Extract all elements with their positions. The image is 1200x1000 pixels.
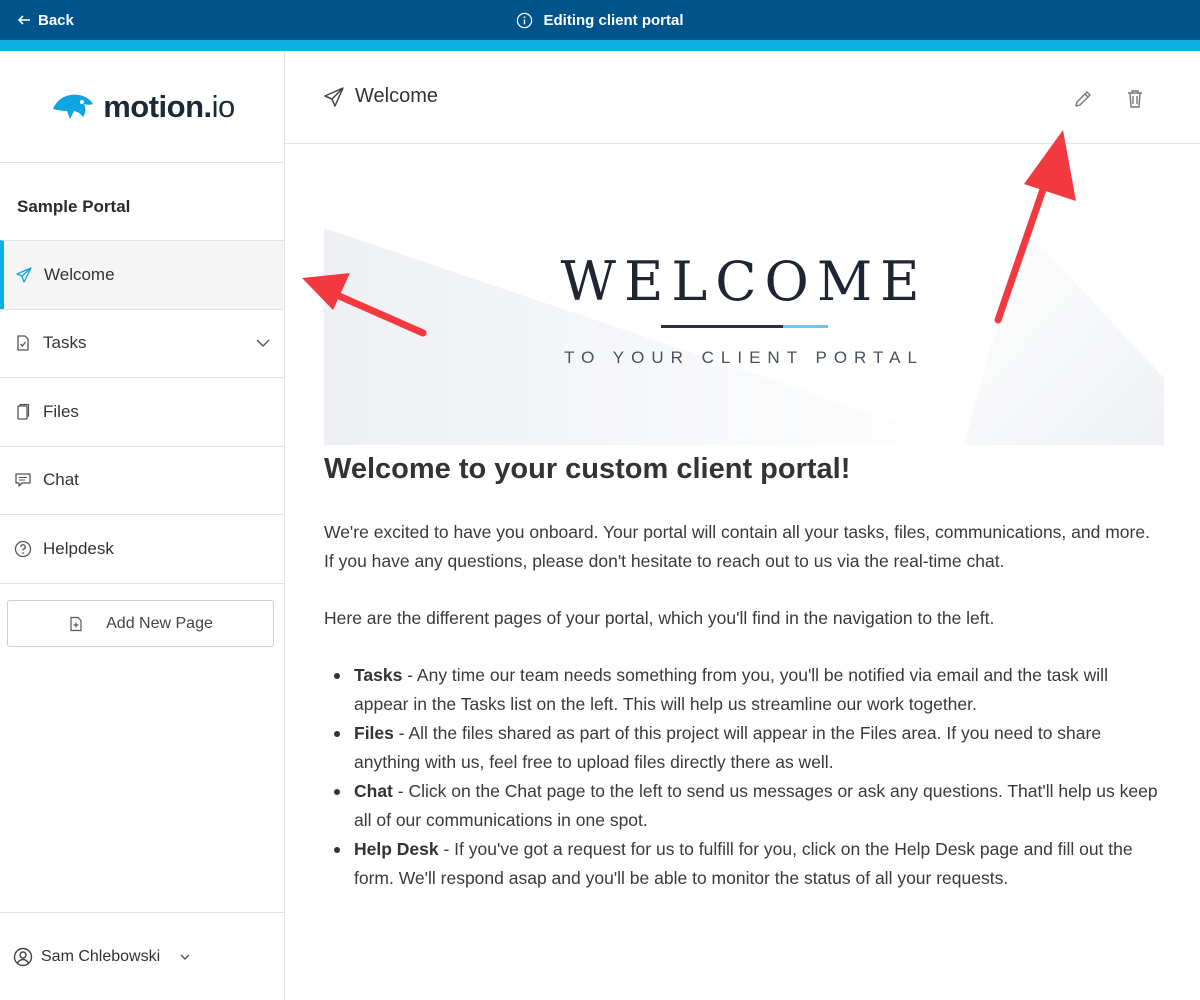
info-icon (517, 12, 533, 28)
sidebar-item-label: Tasks (43, 333, 87, 353)
logo[interactable]: motion.io (0, 51, 284, 163)
add-new-page-label: Add New Page (106, 614, 213, 632)
banner-subtitle: TO YOUR CLIENT PORTAL (564, 348, 924, 367)
list-item: Tasks - Any time our team needs somethin… (324, 661, 1164, 719)
logo-text-main: motion (103, 88, 204, 124)
list-item: Files - All the files shared as part of … (324, 719, 1164, 777)
paper-plane-icon (324, 86, 344, 107)
sidebar-nav: Welcome Tasks Files Chat Helpdesk (0, 240, 284, 584)
list-item-term: Tasks (354, 665, 403, 685)
sidebar-item-label: Welcome (44, 264, 115, 284)
page-title: Welcome (323, 85, 438, 108)
chevron-down-icon[interactable] (254, 334, 272, 352)
banner-title: WELCOME (560, 250, 928, 313)
editing-title: Editing client portal (543, 11, 684, 29)
logo-text-io: io (211, 88, 236, 124)
help-circle-icon (13, 539, 33, 559)
list-item: Help Desk - If you've got a request for … (324, 835, 1164, 893)
list-item-term: Help Desk (354, 839, 439, 859)
banner-divider-accent (783, 325, 828, 328)
pages-intro-paragraph: Here are the different pages of your por… (324, 608, 995, 628)
chevron-down-icon (180, 954, 190, 960)
banner-divider (661, 325, 783, 328)
add-new-page-button[interactable]: Add New Page (7, 600, 274, 647)
sidebar-item-label: Chat (43, 470, 79, 490)
portal-name: Sample Portal (17, 197, 131, 216)
editing-banner: Editing client portal (0, 0, 1200, 40)
pages-list: Tasks - Any time our team needs somethin… (324, 661, 1164, 893)
motion-logo-icon (53, 94, 94, 119)
list-item-text: - Any time our team needs something from… (354, 665, 1108, 714)
sidebar-item-label: Files (43, 401, 79, 421)
nav-divider (0, 582, 284, 584)
paper-plane-icon (14, 265, 34, 285)
sidebar: motion.io Sample Portal Welcome Tasks Fi… (0, 51, 285, 1000)
sidebar-item-helpdesk[interactable]: Helpdesk (0, 514, 284, 583)
top-accent-strip (0, 40, 1200, 51)
top-bar: Back Editing client portal (0, 0, 1200, 40)
logo-text: motion.io (103, 89, 235, 125)
logo-text-dot: . (203, 88, 213, 124)
list-item-term: Files (354, 723, 394, 743)
page-title-text: Welcome (355, 85, 438, 107)
list-item-text: - If you've got a request for us to fulf… (354, 839, 1133, 888)
sidebar-item-label: Helpdesk (43, 538, 114, 558)
list-item: Chat - Click on the Chat page to the lef… (324, 777, 1164, 835)
sidebar-item-files[interactable]: Files (0, 377, 284, 446)
trash-icon[interactable] (1123, 87, 1147, 111)
content-heading: Welcome to your custom client portal! (324, 453, 851, 485)
user-avatar-icon (13, 947, 33, 966)
page-header: Welcome (285, 51, 1200, 144)
files-icon (13, 402, 33, 422)
list-item-text: - Click on the Chat page to the left to … (354, 781, 1158, 830)
sidebar-item-chat[interactable]: Chat (0, 445, 284, 515)
user-menu[interactable]: Sam Chlebowski (0, 912, 284, 1000)
welcome-banner: WELCOME TO YOUR CLIENT PORTAL (324, 228, 1164, 445)
user-name: Sam Chlebowski (41, 947, 161, 965)
sidebar-item-welcome[interactable]: Welcome (0, 240, 284, 309)
list-item-term: Chat (354, 781, 393, 801)
sidebar-item-tasks[interactable]: Tasks (0, 308, 284, 378)
page-content: Welcome to your custom client portal! We… (324, 450, 1164, 893)
add-page-icon (70, 616, 82, 631)
pencil-icon[interactable] (1071, 87, 1095, 111)
intro-paragraph: We're excited to have you onboard. Your … (324, 522, 1150, 571)
task-doc-icon (13, 333, 33, 353)
list-item-text: - All the files shared as part of this p… (354, 723, 1102, 772)
chat-icon (13, 470, 33, 490)
